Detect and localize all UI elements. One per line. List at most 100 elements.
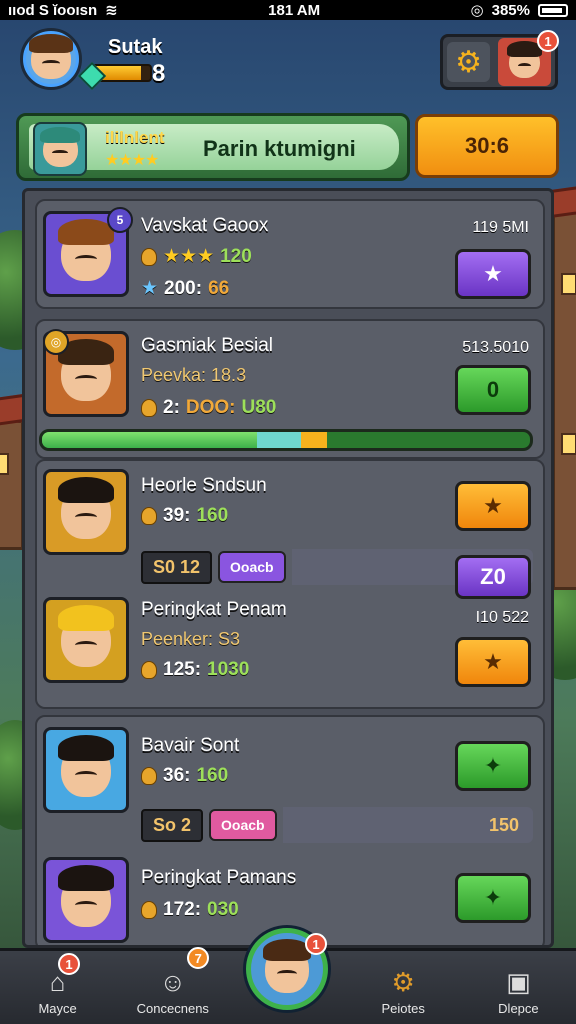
house: [545, 183, 576, 590]
nav-item-settings[interactable]: ⚙ Peiotes: [346, 951, 461, 1024]
medal-icon: [141, 767, 157, 785]
entry-name: Peringkat Pamans: [141, 867, 297, 888]
star-button[interactable]: ★: [455, 481, 531, 531]
stat-b: 1030: [207, 659, 250, 680]
alarm-icon: ◎: [470, 2, 484, 19]
player-name: Sutak: [108, 36, 163, 58]
stat-b: 66: [208, 277, 230, 299]
entry-stats-row: ★ 200: 66: [141, 277, 229, 300]
medal-icon: [141, 661, 157, 679]
avatar: [43, 597, 129, 683]
stat-a: 200:: [164, 277, 203, 299]
rank-icon: ◎: [43, 329, 69, 355]
progress-marker: [300, 432, 327, 448]
player-level: 8: [152, 60, 166, 87]
star-button[interactable]: ★: [455, 637, 531, 687]
nav-label: Mayce: [38, 1001, 77, 1016]
entry-score: 513.5010: [462, 339, 529, 356]
rank-row: So 2 Ooacb 150: [141, 807, 533, 843]
nav-item-home[interactable]: ⌂ Mayce 1: [0, 951, 115, 1024]
entry-score: 119 5MI: [472, 219, 529, 236]
stat-b: 160: [196, 765, 229, 786]
rank-value: 150: [282, 807, 533, 843]
profile-button[interactable]: 1: [246, 928, 328, 1010]
list-item[interactable]: Bavair Sont 36: 160 ✦ So 2 Ooacb 150 Per…: [35, 715, 545, 945]
entry-subtitle: Peevka: 18.3: [141, 365, 247, 385]
rank-box: So 2: [141, 808, 204, 842]
event-stars: ★★★★: [105, 152, 159, 169]
friend-avatar-button[interactable]: 1: [498, 30, 559, 86]
avatar: [43, 727, 129, 813]
medal-icon: [141, 507, 157, 525]
rank-tag: Ooacb: [209, 809, 277, 841]
medal-icon: [141, 247, 157, 266]
settings-button[interactable]: ⚙: [447, 42, 491, 82]
stat-b: DOO:: [185, 397, 236, 418]
entry-stats-row: 172: 030: [141, 899, 239, 921]
stat-a: 39:: [163, 505, 191, 526]
stat-b: 030: [207, 899, 239, 920]
progress-highlight: [256, 432, 301, 448]
entry-name: Bavair Sont: [141, 735, 240, 756]
carrier-label: ııod S ĭooısn: [8, 1, 98, 19]
list-item[interactable]: Heorle Sndsun 39: 160 ★ S0 12 Ooacb Z0 P…: [35, 459, 545, 709]
progress-fill: [42, 432, 257, 448]
stat-a: 2:: [163, 397, 180, 418]
nav-item-connections[interactable]: ☺ Concecnens 7: [115, 947, 230, 1024]
header-actions: ⚙ 1: [440, 30, 559, 90]
list-item[interactable]: 5 Vavskat Gaoox 119 5MI ★★★ 120 ★ 200: 6…: [35, 199, 545, 309]
entry-stats-row: 2: DOO: U80: [141, 397, 276, 419]
house: [0, 392, 31, 550]
medal-icon: [141, 901, 157, 919]
entry-name: Heorle Sndsun: [141, 475, 267, 496]
stat-a: 36:: [163, 765, 191, 786]
medal-icon: [141, 399, 157, 417]
nav-label: Concecnens: [136, 1001, 209, 1016]
rank-box: S0 12: [141, 550, 213, 584]
nav-label: Peiotes: [381, 1001, 425, 1016]
notification-badge: 7: [187, 947, 210, 969]
avatar: [43, 469, 129, 555]
box-icon: ▣: [506, 967, 531, 997]
action-button[interactable]: ✦: [455, 873, 531, 923]
gear-icon: ⚙: [455, 45, 482, 79]
rank-icon: 5: [107, 207, 133, 233]
event-title: Parin ktumigni: [203, 136, 356, 161]
event-banner[interactable]: ililnlent ★★★★ Parin ktumigni: [16, 113, 410, 181]
player-avatar[interactable]: [20, 28, 82, 90]
entry-name: Gasmiak Besial: [141, 335, 273, 356]
notification-badge: 1: [58, 953, 80, 975]
gear-icon: ⚙: [391, 967, 415, 997]
status-bar: ııod S ĭooısn ≋ 181 AM ◎ 385%: [0, 0, 576, 20]
stat-c: U80: [241, 397, 277, 418]
battery-icon: [538, 3, 568, 17]
entry-name: Vavskat Gaoox: [141, 215, 269, 236]
star-button[interactable]: ★: [455, 249, 531, 299]
progress-bar: [39, 429, 533, 451]
claim-button[interactable]: 0: [455, 365, 531, 415]
leaderboard-panel: 5 Vavskat Gaoox 119 5MI ★★★ 120 ★ 200: 6…: [22, 188, 554, 948]
stat-b: 160: [196, 505, 229, 526]
rank-button[interactable]: Z0: [455, 555, 531, 599]
action-button[interactable]: ✦: [455, 741, 531, 791]
event-tag: ililnlent: [105, 128, 165, 147]
stat-a: 172:: [163, 899, 202, 920]
star-rating: ★★★: [163, 246, 215, 267]
avatar: [43, 857, 129, 943]
entry-stars-row: ★★★ 120: [141, 245, 252, 268]
entry-stats-row: 39: 160: [141, 505, 228, 527]
stat-a: 125:: [163, 659, 202, 680]
notification-badge: 1: [537, 30, 559, 52]
nav-item-storage[interactable]: ▣ Dlepce: [461, 951, 576, 1024]
wifi-icon: ≋: [105, 2, 118, 19]
battery-percent: 385%: [491, 1, 530, 19]
entry-name: Peringkat Penam: [141, 599, 287, 620]
stars-value: 120: [220, 245, 252, 267]
rank-tag: Ooacb: [218, 551, 286, 583]
notification-badge: 1: [305, 933, 327, 955]
event-timer-button[interactable]: 30:6: [415, 114, 559, 178]
clock: 181 AM: [268, 1, 321, 19]
avatar-icon: ☺: [159, 967, 187, 997]
entry-stats-row: 36: 160: [141, 765, 228, 787]
entry-score: I10 522: [475, 609, 529, 626]
